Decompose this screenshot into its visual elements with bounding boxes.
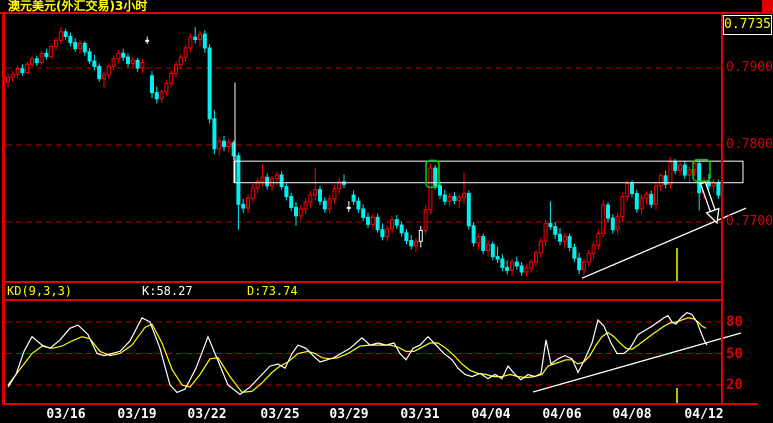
kd-axis-label: 20 [726, 377, 743, 393]
date-tick-label: 03/22 [187, 407, 227, 422]
separator-kd-top [2, 299, 723, 301]
candles [6, 27, 721, 277]
date-tick-label: 04/08 [612, 407, 652, 422]
separator-bottom [2, 403, 758, 405]
kd-axis-label: 50 [726, 345, 743, 362]
price-axis-label: 0.7900 [726, 60, 773, 75]
frame-left [2, 12, 5, 405]
kd-axis-label: 80 [726, 314, 743, 330]
date-tick-label: 04/04 [471, 407, 511, 422]
indicator-name-label[interactable]: KD(9,3,3) [7, 285, 72, 298]
date-tick-label: 03/19 [117, 407, 157, 422]
date-tick-label: 04/06 [542, 407, 582, 422]
last-price-box: 0.7735 [723, 15, 772, 35]
d-value-label: D:73.74 [247, 284, 298, 298]
price-axis-line [721, 13, 723, 404]
price-axis-label: 0.7800 [726, 137, 773, 152]
down-arrow [699, 181, 716, 213]
date-tick-label: 03/31 [400, 407, 440, 422]
signal-highlight-box [692, 158, 711, 182]
chart-window: 澳元美元(外汇交易)3小时 0.7735 KD(9,3,3) K:58.27 D… [0, 0, 773, 423]
k-value-label: K:58.27 [142, 284, 193, 298]
date-tick-label: 03/16 [46, 407, 86, 422]
date-tick-label: 03/29 [329, 407, 369, 422]
chart-canvas [6, 27, 747, 405]
date-tick-label: 03/25 [260, 407, 300, 422]
price-axis-label: 0.7700 [726, 214, 773, 229]
frame-top [0, 12, 773, 14]
separator-main-bottom [2, 281, 723, 283]
trendline-kd [532, 332, 742, 393]
date-tick-label: 04/12 [684, 407, 724, 422]
